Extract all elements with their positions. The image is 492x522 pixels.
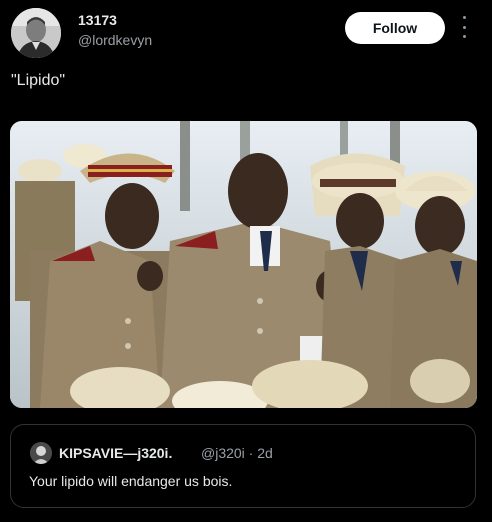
quote-text: Your lipido will endanger us bois. xyxy=(29,473,233,489)
profile-photo-icon xyxy=(30,442,52,464)
profile-photo-icon xyxy=(11,8,61,58)
quote-author-handle: @j320i · 2d xyxy=(201,445,273,461)
tweet-header: 13173 @lordkevyn Follow xyxy=(0,0,492,64)
quote-author-name[interactable]: KIPSAVIE—j320i. xyxy=(59,445,172,461)
author-avatar[interactable] xyxy=(11,8,61,58)
photo-icon xyxy=(10,121,477,408)
author-handle[interactable]: @lordkevyn xyxy=(78,32,152,48)
quoted-tweet[interactable]: KIPSAVIE—j320i. @j320i · 2d Your lipido … xyxy=(10,424,476,508)
tweet-photo[interactable] xyxy=(10,121,477,408)
author-display-name[interactable]: 13173 xyxy=(78,12,117,28)
quote-author-avatar[interactable] xyxy=(30,442,52,464)
follow-button[interactable]: Follow xyxy=(345,12,445,44)
tweet-text: "Lipido" xyxy=(11,72,66,89)
more-vertical-icon[interactable] xyxy=(458,16,470,38)
